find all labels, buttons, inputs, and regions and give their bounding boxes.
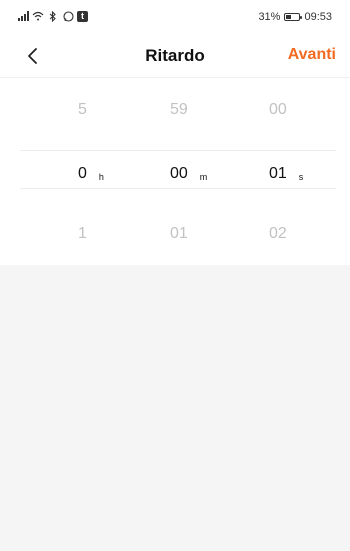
status-icons-left: t: [18, 10, 88, 22]
seconds-prev-value: 00: [269, 101, 287, 118]
seconds-selected-value: 01: [269, 165, 287, 182]
status-time: 09:53: [304, 11, 332, 23]
hours-selected-value: 0: [78, 165, 87, 182]
minutes-selected-value: 00: [170, 165, 188, 182]
hours-prev[interactable]: 5: [78, 90, 87, 130]
hours-next[interactable]: 1: [78, 214, 87, 254]
hours-prev-value: 5: [78, 101, 87, 118]
bluetooth-icon: [47, 10, 59, 22]
app-badge-icon: t: [77, 10, 88, 22]
seconds-next-value: 02: [269, 225, 287, 242]
status-icons-right: 31% 09:53: [258, 11, 332, 23]
selection-divider-top: [20, 150, 336, 151]
hours-unit-label: h: [98, 172, 104, 182]
battery-percent: 31%: [258, 11, 281, 23]
minutes-prev-value: 59: [170, 101, 188, 118]
signal-icon: [18, 11, 29, 21]
wifi-icon: [32, 10, 44, 22]
seconds-unit-label: s: [298, 172, 304, 182]
minutes-next-value: 01: [170, 225, 188, 242]
next-button[interactable]: Avanti: [288, 46, 336, 64]
picker-row-next: 1 01 02: [0, 214, 350, 254]
minutes-next[interactable]: 01: [170, 214, 188, 254]
picker-row-previous: 5 59 00: [0, 90, 350, 130]
battery-icon: [284, 13, 303, 21]
status-bar: t 31% 09:53: [0, 0, 350, 34]
nav-bar: Ritardo Avanti: [0, 34, 350, 78]
nav-divider: [0, 77, 350, 78]
whatsapp-icon: [62, 10, 74, 22]
seconds-prev[interactable]: 00: [269, 90, 287, 130]
minutes-prev[interactable]: 59: [170, 90, 188, 130]
seconds-next[interactable]: 02: [269, 214, 287, 254]
selection-divider-bottom: [20, 188, 336, 189]
hours-next-value: 1: [78, 225, 87, 242]
minutes-unit-label: m: [199, 172, 208, 182]
